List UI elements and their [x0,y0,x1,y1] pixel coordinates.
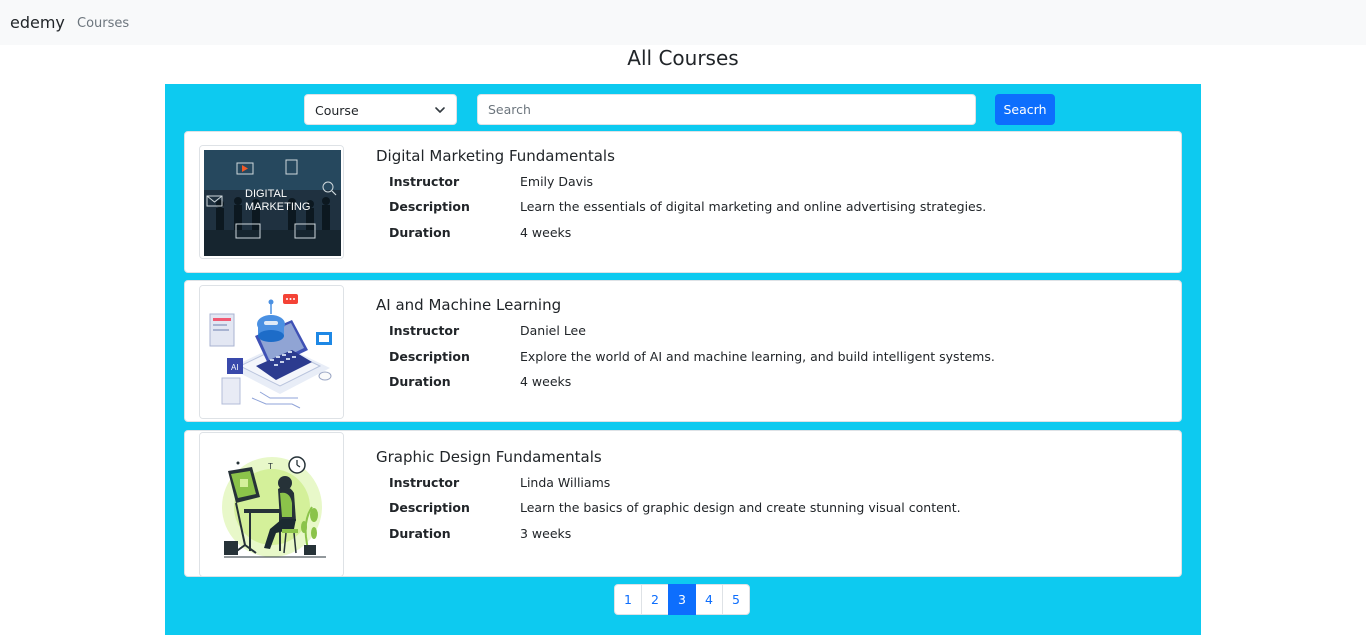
instructor-label: Instructor [389,174,460,189]
course-image-graphic-design: T [199,432,344,577]
course-card: T Graphic Design Fundamentals Instructor… [184,430,1182,577]
course-image-digital-marketing: DIGITAL MARKETING [199,145,344,259]
description-value: Learn the basics of graphic design and c… [520,500,961,515]
page-link-1[interactable]: 1 [614,584,642,615]
course-card: AI AI and Machine Learning Instructor Da… [184,280,1182,422]
description-value: Explore the world of AI and machine lear… [520,349,995,364]
description-label: Description [389,199,470,214]
duration-value: 4 weeks [520,225,572,240]
svg-text:T: T [268,462,273,471]
description-value: Learn the essentials of digital marketin… [520,199,987,214]
nav-link-courses[interactable]: Courses [77,16,129,31]
svg-text:AI: AI [231,363,239,372]
image-text-digital: DIGITAL [245,188,287,200]
course-card: DIGITAL MARKETING Digital Marketing Fund… [184,131,1182,273]
duration-label: Duration [389,225,451,240]
instructor-value: Linda Williams [520,475,611,490]
pagination: 1 2 3 4 5 [614,584,750,615]
course-image-ai: AI [199,285,344,419]
description-label: Description [389,500,470,515]
page-link-2[interactable]: 2 [641,584,669,615]
instructor-value: Daniel Lee [520,323,586,338]
instructor-value: Emily Davis [520,174,594,189]
duration-label: Duration [389,526,451,541]
course-title: Graphic Design Fundamentals [376,448,602,466]
description-label: Description [389,349,470,364]
duration-value: 4 weeks [520,374,572,389]
duration-label: Duration [389,374,451,389]
category-select[interactable]: Course [304,94,457,125]
search-button[interactable]: Seacrh [995,94,1055,125]
image-text-marketing: MARKETING [245,201,310,213]
chevron-down-icon [435,107,445,113]
page-title: All Courses [627,46,739,70]
category-select-value: Course [315,103,359,118]
course-title: AI and Machine Learning [376,296,562,314]
brand-link[interactable]: edemy [10,13,65,32]
courses-panel: Course Seacrh [165,84,1201,635]
search-input[interactable] [477,94,976,125]
navbar: edemy Courses [0,0,1366,45]
instructor-label: Instructor [389,323,460,338]
instructor-label: Instructor [389,475,460,490]
page-link-3[interactable]: 3 [668,584,696,615]
page-link-5[interactable]: 5 [722,584,750,615]
duration-value: 3 weeks [520,526,572,541]
course-title: Digital Marketing Fundamentals [376,147,615,165]
page-link-4[interactable]: 4 [695,584,723,615]
